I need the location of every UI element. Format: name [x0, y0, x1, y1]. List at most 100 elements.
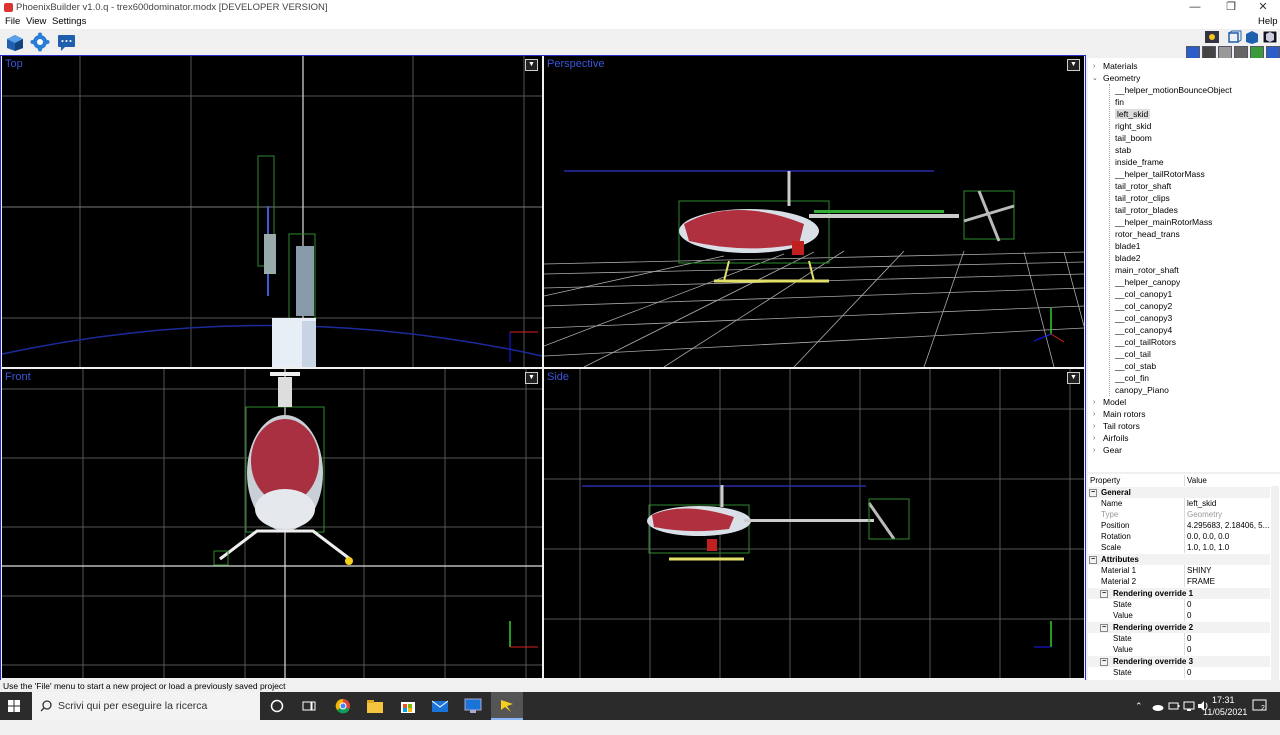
remote-desktop-icon[interactable]: [464, 698, 482, 714]
tree-node-inside-frame[interactable]: inside_frame: [1115, 157, 1164, 167]
viewport-side[interactable]: Side ▼: [544, 369, 1084, 678]
wireframe-cube-icon[interactable]: [1226, 30, 1242, 44]
prop-ro2-state[interactable]: State 0: [1088, 633, 1270, 644]
group-rendering-override-2[interactable]: − Rendering override 2: [1088, 622, 1270, 633]
tree-node-helper-motionBounceObject[interactable]: __helper_motionBounceObject: [1115, 85, 1232, 95]
tree-node-tail-rotors[interactable]: Tail rotors: [1103, 421, 1140, 431]
tree-node-helper-tailRotorMass[interactable]: __helper_tailRotorMass: [1115, 169, 1205, 179]
viewport-top[interactable]: Top ▼: [2, 56, 542, 367]
network-icon[interactable]: [1183, 700, 1195, 712]
tree-node-tail-rotor-shaft[interactable]: tail_rotor_shaft: [1115, 181, 1171, 191]
phoenix-icon: [501, 700, 513, 712]
expand-arrow-icon[interactable]: ›: [1093, 399, 1095, 406]
viewport-side-menu-button[interactable]: ▼: [1067, 372, 1080, 384]
minimize-button[interactable]: —: [1178, 0, 1212, 15]
mail-icon[interactable]: [431, 699, 450, 713]
menu-view[interactable]: View: [26, 16, 46, 27]
prop-ro3-state[interactable]: State 0: [1088, 667, 1270, 678]
tree-node-main-rotor-shaft[interactable]: main_rotor_shaft: [1115, 265, 1179, 275]
prop-name[interactable]: Name left_skid: [1088, 498, 1270, 509]
prop-material-1[interactable]: Material 1 SHINY: [1088, 565, 1270, 576]
solid-cube-icon[interactable]: [1244, 30, 1260, 44]
restore-button[interactable]: ❐: [1214, 0, 1248, 15]
group-general[interactable]: − General: [1088, 487, 1270, 498]
tree-node-right-skid[interactable]: right_skid: [1115, 121, 1151, 131]
tree-node-col-tailRotors[interactable]: __col_tailRotors: [1115, 337, 1176, 347]
viewport-front[interactable]: Front ▼: [2, 369, 542, 678]
viewport-top-menu-button[interactable]: ▼: [525, 59, 538, 71]
expand-arrow-icon[interactable]: ›: [1093, 423, 1095, 430]
cortana-icon[interactable]: [270, 699, 284, 713]
light-icon[interactable]: [1204, 30, 1220, 44]
menu-settings[interactable]: Settings: [52, 16, 86, 27]
tree-node-helper-canopy[interactable]: __helper_canopy: [1115, 277, 1180, 287]
expand-arrow-icon[interactable]: ›: [1093, 447, 1095, 454]
clock-date[interactable]: 11/05/2021: [1203, 707, 1247, 735]
viewport-front-menu-button[interactable]: ▼: [525, 372, 538, 384]
close-button[interactable]: ✕: [1246, 0, 1280, 15]
prop-material-2[interactable]: Material 2 FRAME: [1088, 576, 1270, 587]
task-view-icon[interactable]: [302, 699, 316, 713]
file-explorer-icon[interactable]: [367, 699, 383, 713]
property-scrollbar[interactable]: [1271, 486, 1279, 680]
tree-node-tail-rotor-clips[interactable]: tail_rotor_clips: [1115, 193, 1170, 203]
prop-position[interactable]: Position 4.295683, 2.18406, 5...: [1088, 520, 1270, 531]
property-grid: Property Value − General Name left_skid Ty…: [1088, 474, 1280, 680]
chrome-icon[interactable]: [335, 698, 351, 714]
phoenix-taskbar-button[interactable]: [491, 692, 523, 720]
tree-node-tail-boom[interactable]: tail_boom: [1115, 133, 1152, 143]
notifications-icon[interactable]: 2: [1252, 698, 1268, 714]
windows-start-icon[interactable]: [8, 700, 20, 712]
expand-arrow-icon[interactable]: ›: [1093, 63, 1095, 70]
store-icon[interactable]: [400, 698, 416, 714]
tree-node-model[interactable]: Model: [1103, 397, 1126, 407]
tree-node-main-rotors[interactable]: Main rotors: [1103, 409, 1146, 419]
expand-arrow-icon[interactable]: ›: [1093, 435, 1095, 442]
tree-node-col-fin[interactable]: __col_fin: [1115, 373, 1149, 383]
chat-icon[interactable]: [56, 32, 77, 52]
taskbar-search-box[interactable]: Scrivi qui per eseguire la ricerca: [32, 692, 260, 720]
expand-arrow-icon[interactable]: ›: [1093, 411, 1095, 418]
tray-chevron-icon[interactable]: ⌃: [1135, 701, 1143, 729]
viewport-front-label: Front: [5, 371, 31, 383]
battery-icon[interactable]: [1168, 700, 1180, 712]
tree-node-tail-rotor-blades[interactable]: tail_rotor_blades: [1115, 205, 1178, 215]
group-attributes[interactable]: − Attributes: [1088, 554, 1270, 565]
tree-node-col-canopy4[interactable]: __col_canopy4: [1115, 325, 1172, 335]
tree-node-fin[interactable]: fin: [1115, 97, 1124, 107]
tree-node-col-stab[interactable]: __col_stab: [1115, 361, 1156, 371]
tree-node-stab[interactable]: stab: [1115, 145, 1131, 155]
menu-file[interactable]: File: [5, 16, 20, 27]
tree-node-rotor-head-trans[interactable]: rotor_head_trans: [1115, 229, 1180, 239]
tree-node-blade2[interactable]: blade2: [1115, 253, 1141, 263]
collapse-arrow-icon[interactable]: ⌄: [1092, 74, 1098, 82]
tree-node-airfoils[interactable]: Airfoils: [1103, 433, 1129, 443]
tree-node-col-canopy1[interactable]: __col_canopy1: [1115, 289, 1172, 299]
prop-ro2-value[interactable]: Value 0: [1088, 644, 1270, 655]
group-rendering-override-3[interactable]: − Rendering override 3: [1088, 656, 1270, 667]
tree-node-helper-mainRotorMass[interactable]: __helper_mainRotorMass: [1115, 217, 1212, 227]
tree-node-left-skid[interactable]: left_skid: [1115, 109, 1151, 119]
tree-node-materials[interactable]: Materials: [1103, 61, 1137, 71]
group-rendering-override-1[interactable]: − Rendering override 1: [1088, 588, 1270, 599]
prop-ro1-state[interactable]: State 0: [1088, 599, 1270, 610]
tree-node-geometry[interactable]: Geometry: [1103, 73, 1140, 83]
menu-help[interactable]: Help: [1258, 16, 1278, 27]
textured-cube-icon[interactable]: [1262, 30, 1278, 44]
tree-node-gear[interactable]: Gear: [1103, 445, 1122, 455]
tree-node-blade1[interactable]: blade1: [1115, 241, 1141, 251]
viewport-perspective[interactable]: Perspective ▼: [544, 56, 1084, 367]
tree-node-canopy-Piano[interactable]: canopy_Piano: [1115, 385, 1169, 395]
window-title: PhoenixBuilder v1.0.q - trex600dominator…: [16, 2, 328, 13]
prop-scale[interactable]: Scale 1.0, 1.0, 1.0: [1088, 542, 1270, 553]
cloud-icon[interactable]: [1152, 702, 1164, 711]
cube-icon[interactable]: [4, 32, 25, 52]
tree-node-col-canopy3[interactable]: __col_canopy3: [1115, 313, 1172, 323]
header-value: Value: [1187, 476, 1207, 485]
viewport-perspective-menu-button[interactable]: ▼: [1067, 59, 1080, 71]
tree-node-col-tail[interactable]: __col_tail: [1115, 349, 1151, 359]
prop-rotation[interactable]: Rotation 0.0, 0.0, 0.0: [1088, 531, 1270, 542]
tree-node-col-canopy2[interactable]: __col_canopy2: [1115, 301, 1172, 311]
gear-icon[interactable]: [30, 32, 51, 52]
prop-ro1-value[interactable]: Value 0: [1088, 610, 1270, 621]
